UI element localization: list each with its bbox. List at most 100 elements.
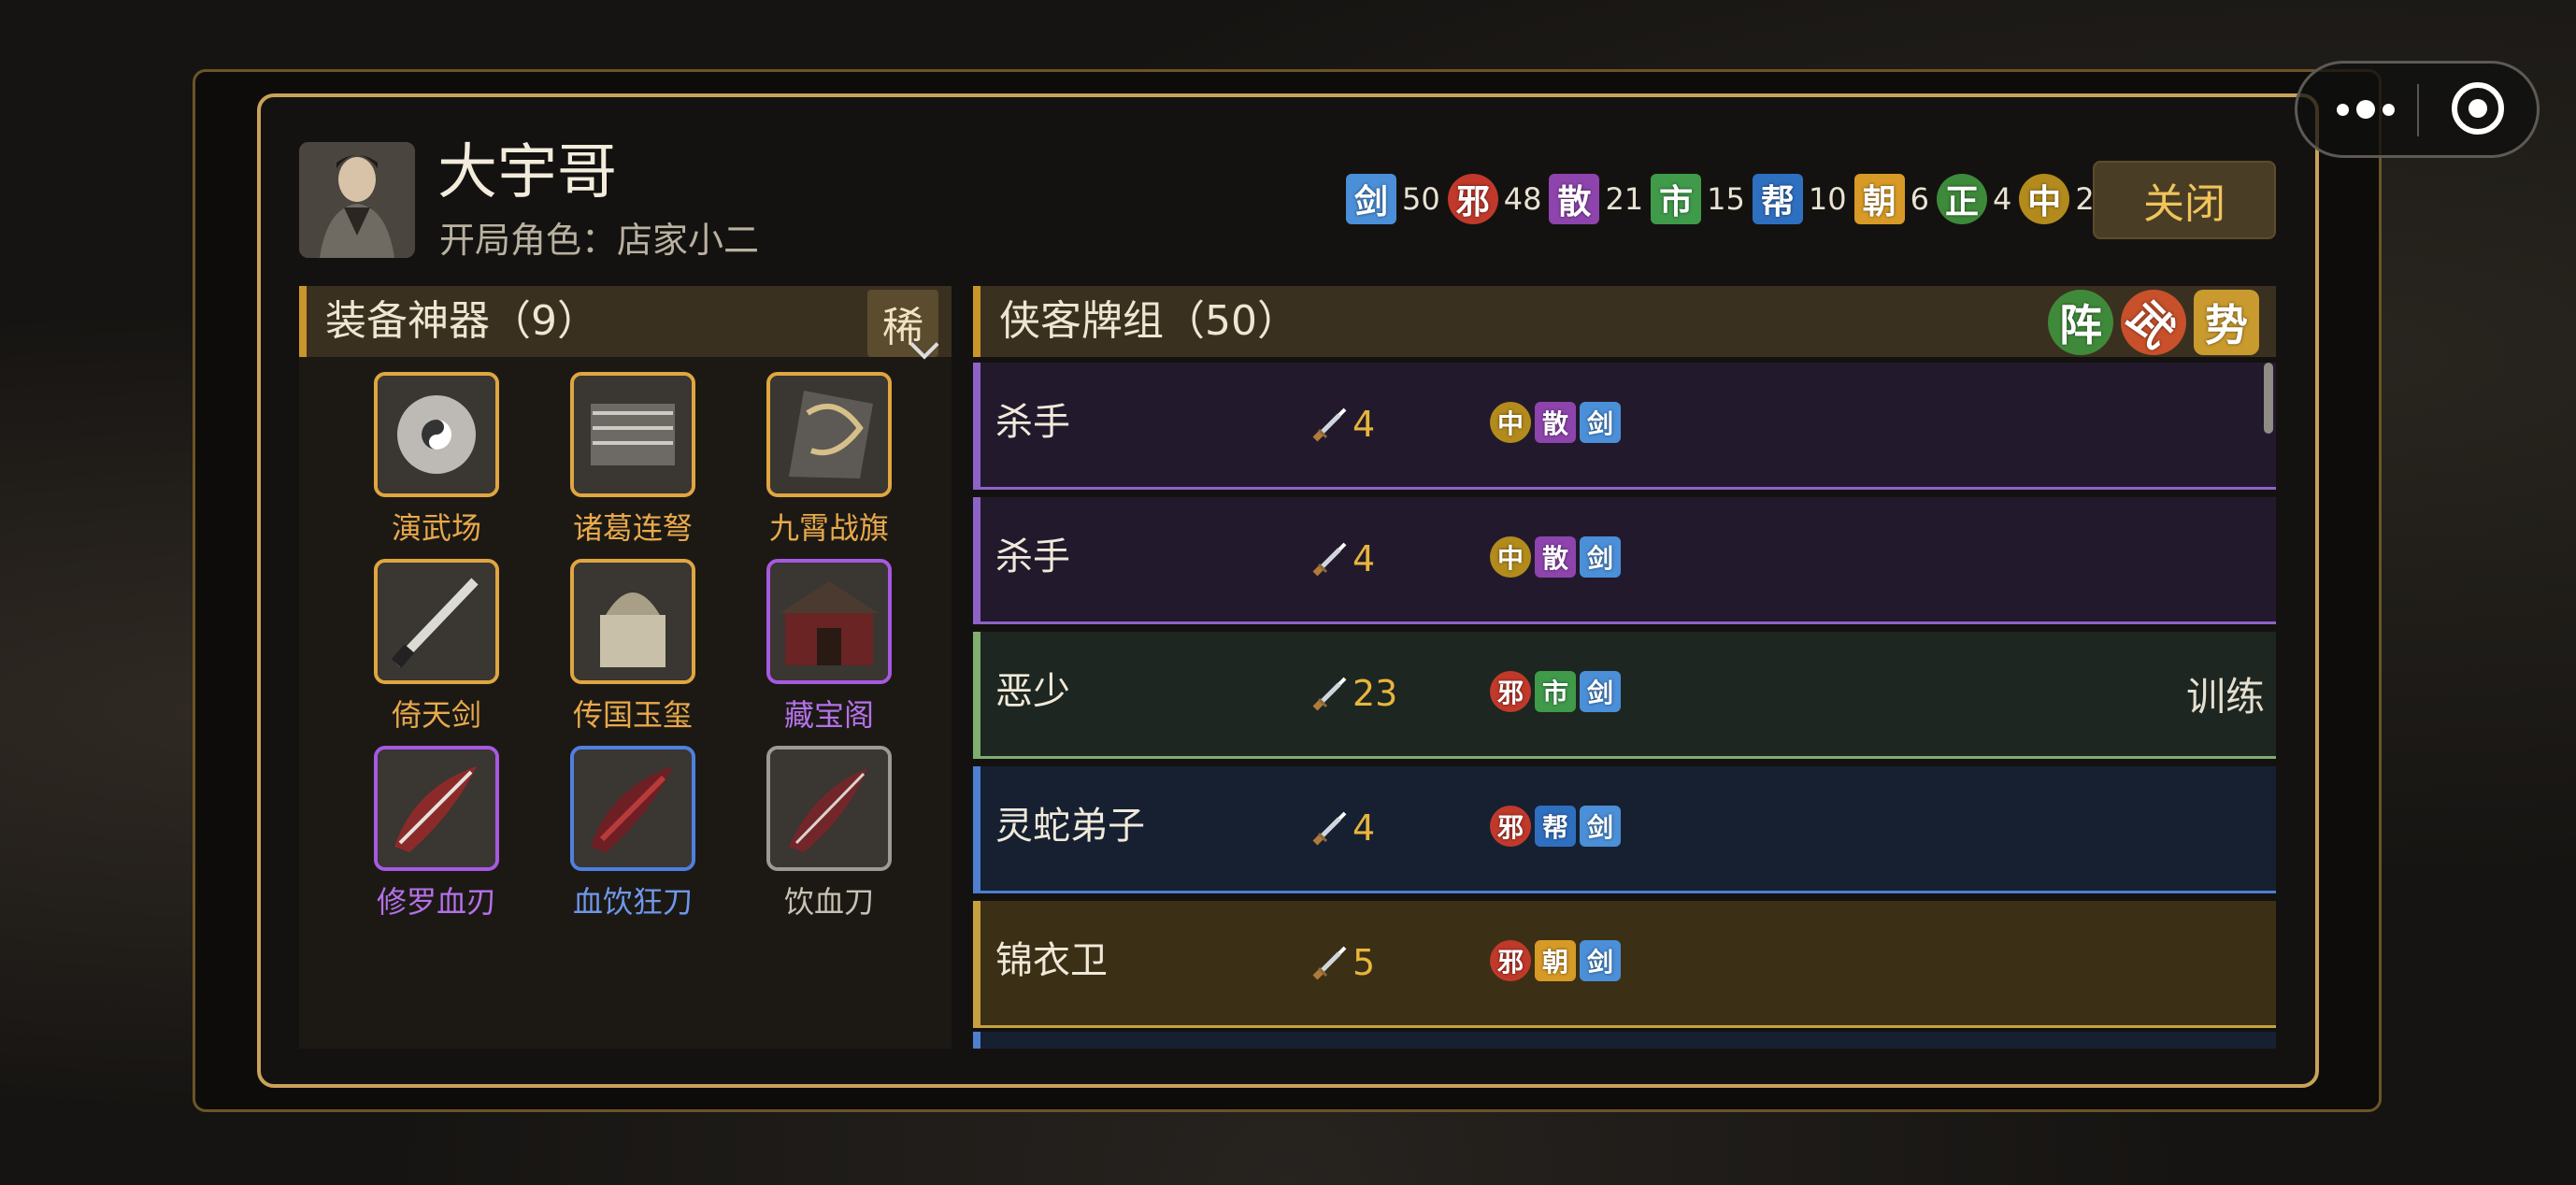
artifact-item[interactable]: 倚天剑	[346, 559, 505, 746]
artifact-name: 倚天剑	[391, 697, 481, 733]
faction-badge: 朝	[1853, 174, 1905, 224]
train-button[interactable]: 训练	[2186, 665, 2265, 722]
card-name: 杀手	[995, 535, 1070, 578]
card-tag: 朝	[1535, 940, 1576, 981]
artifact-item[interactable]: 饮血刀	[738, 746, 897, 933]
card-row[interactable]: 灵蛇弟子 4 邪帮剑	[973, 766, 2276, 893]
faction-count-value: 4	[1992, 181, 2012, 217]
artifact-image	[570, 372, 695, 497]
artifact-item[interactable]: 九霄战旗	[738, 372, 897, 559]
faction-count: 帮 10	[1752, 174, 1847, 224]
faction-count: 中2	[2019, 174, 2095, 224]
artifact-item[interactable]: 演武场	[346, 372, 505, 559]
player-name: 大宇哥	[437, 138, 617, 207]
faction-count-value: 48	[1503, 181, 1542, 217]
faction-badge: 帮	[1752, 174, 1803, 224]
artifact-name: 诸葛连弩	[572, 510, 693, 546]
artifact-item[interactable]: 血饮狂刀	[542, 746, 701, 933]
sword-icon	[1311, 406, 1349, 443]
avatar	[299, 142, 415, 258]
card-name: 灵蛇弟子	[995, 805, 1145, 848]
card-tag: 中	[1490, 402, 1531, 443]
card-tag: 中	[1490, 536, 1531, 578]
deck-title: 侠客牌组（50）	[999, 297, 1298, 345]
artifact-name: 饮血刀	[783, 884, 874, 920]
deck-sort-icon[interactable]: 武	[2107, 286, 2200, 369]
sword-icon	[1311, 540, 1349, 578]
faction-count: 朝6	[1853, 174, 1929, 224]
artifact-image	[766, 746, 892, 871]
faction-count-value: 6	[1910, 181, 1929, 217]
faction-count-value: 50	[1402, 181, 1440, 217]
artifact-item[interactable]: 诸葛连弩	[542, 372, 701, 559]
artifact-name: 藏宝阁	[783, 697, 874, 733]
artifact-name: 修罗血刃	[376, 884, 496, 920]
card-tag: 邪	[1490, 806, 1531, 847]
mini-program-capsule	[2295, 61, 2540, 158]
card-power: 4	[1352, 538, 1376, 579]
artifact-image	[374, 746, 499, 871]
faction-counts: 剑 50 邪 48 散 21 市 15 帮 10 朝 6 正 4 中 2	[1346, 171, 2102, 227]
card-name: 恶少	[995, 670, 1070, 713]
sword-icon	[1311, 944, 1349, 981]
artifact-image	[766, 559, 892, 684]
faction-count-value: 2	[2075, 181, 2095, 217]
artifacts-header: 装备神器（9） 稀	[299, 286, 952, 360]
card-tag: 剑	[1580, 536, 1621, 578]
exit-mini-program-icon[interactable]	[2452, 82, 2504, 135]
faction-count-value: 10	[1808, 181, 1847, 217]
artifact-item[interactable]: 藏宝阁	[738, 559, 897, 746]
close-button[interactable]: 关闭	[2093, 161, 2276, 239]
card-row[interactable]: 恶少 23 邪市剑 训练	[973, 632, 2276, 759]
faction-badge: 市	[1651, 174, 1702, 224]
rarity-filter-button[interactable]: 稀	[867, 290, 939, 360]
sword-icon	[1311, 675, 1349, 712]
card-tags: 邪市剑	[1490, 671, 1621, 712]
deck-section: 侠客牌组（50） 阵武势 杀手 4 中散剑杀手 4 中散剑恶少 23 邪市剑训练 灵蛇弟子 4 邪…	[973, 286, 2276, 1049]
capsule-divider	[2417, 84, 2419, 136]
card-tag: 散	[1535, 536, 1576, 578]
sword-icon	[1311, 809, 1349, 847]
card-power: 23	[1352, 673, 1398, 714]
card-tag: 邪	[1490, 940, 1531, 981]
card-tags: 邪帮剑	[1490, 806, 1621, 847]
artifacts-title: 装备神器（9）	[325, 297, 598, 345]
card-row[interactable]: 杀手 4 中散剑	[973, 497, 2276, 624]
card-row[interactable]: 锦衣卫 5 邪朝剑	[973, 901, 2276, 1028]
faction-count: 市 15	[1651, 174, 1745, 224]
card-power: 5	[1352, 942, 1376, 983]
faction-badge: 正	[1936, 174, 1987, 224]
artifact-name: 血饮狂刀	[572, 884, 693, 920]
scrollbar[interactable]	[2264, 363, 2273, 434]
card-tag: 邪	[1490, 671, 1531, 712]
card-name: 杀手	[995, 401, 1070, 444]
artifact-item[interactable]: 修罗血刃	[346, 746, 505, 933]
faction-badge: 邪	[1447, 174, 1498, 224]
card-tag: 帮	[1535, 806, 1576, 847]
faction-count: 正4	[1936, 174, 2012, 224]
deck-sort-icon[interactable]: 阵	[2048, 290, 2113, 355]
deck-header: 侠客牌组（50） 阵武势	[973, 286, 2276, 369]
faction-count: 散 21	[1549, 174, 1643, 224]
start-role: 开局角色：店家小二	[439, 220, 760, 261]
deck-sort-icon[interactable]: 势	[2194, 290, 2259, 355]
card-tag: 剑	[1580, 402, 1621, 443]
faction-badge: 散	[1549, 174, 1600, 224]
artifact-name: 演武场	[391, 510, 481, 546]
artifact-item[interactable]: 传国玉玺	[542, 559, 701, 746]
card-tag: 剑	[1580, 671, 1621, 712]
artifact-image	[374, 372, 499, 497]
card-name: 锦衣卫	[995, 939, 1108, 982]
artifact-image	[570, 559, 695, 684]
card-tag: 散	[1535, 402, 1576, 443]
faction-count-value: 15	[1707, 181, 1745, 217]
card-tag: 剑	[1580, 806, 1621, 847]
faction-count-value: 21	[1605, 181, 1644, 217]
card-tags: 中散剑	[1490, 536, 1621, 578]
card-row[interactable]: 杀手 4 中散剑	[973, 363, 2276, 490]
faction-count: 邪 48	[1447, 174, 1542, 224]
list-item-partial	[973, 1032, 2276, 1049]
more-options-icon[interactable]	[2324, 82, 2408, 136]
artifacts-section: 装备神器（9） 稀 演武场 诸葛连弩 九霄战旗倚天剑 传国玉玺 藏宝阁修罗血刃 血饮狂刀 饮…	[299, 286, 952, 1049]
faction-count: 剑 50	[1346, 174, 1440, 224]
